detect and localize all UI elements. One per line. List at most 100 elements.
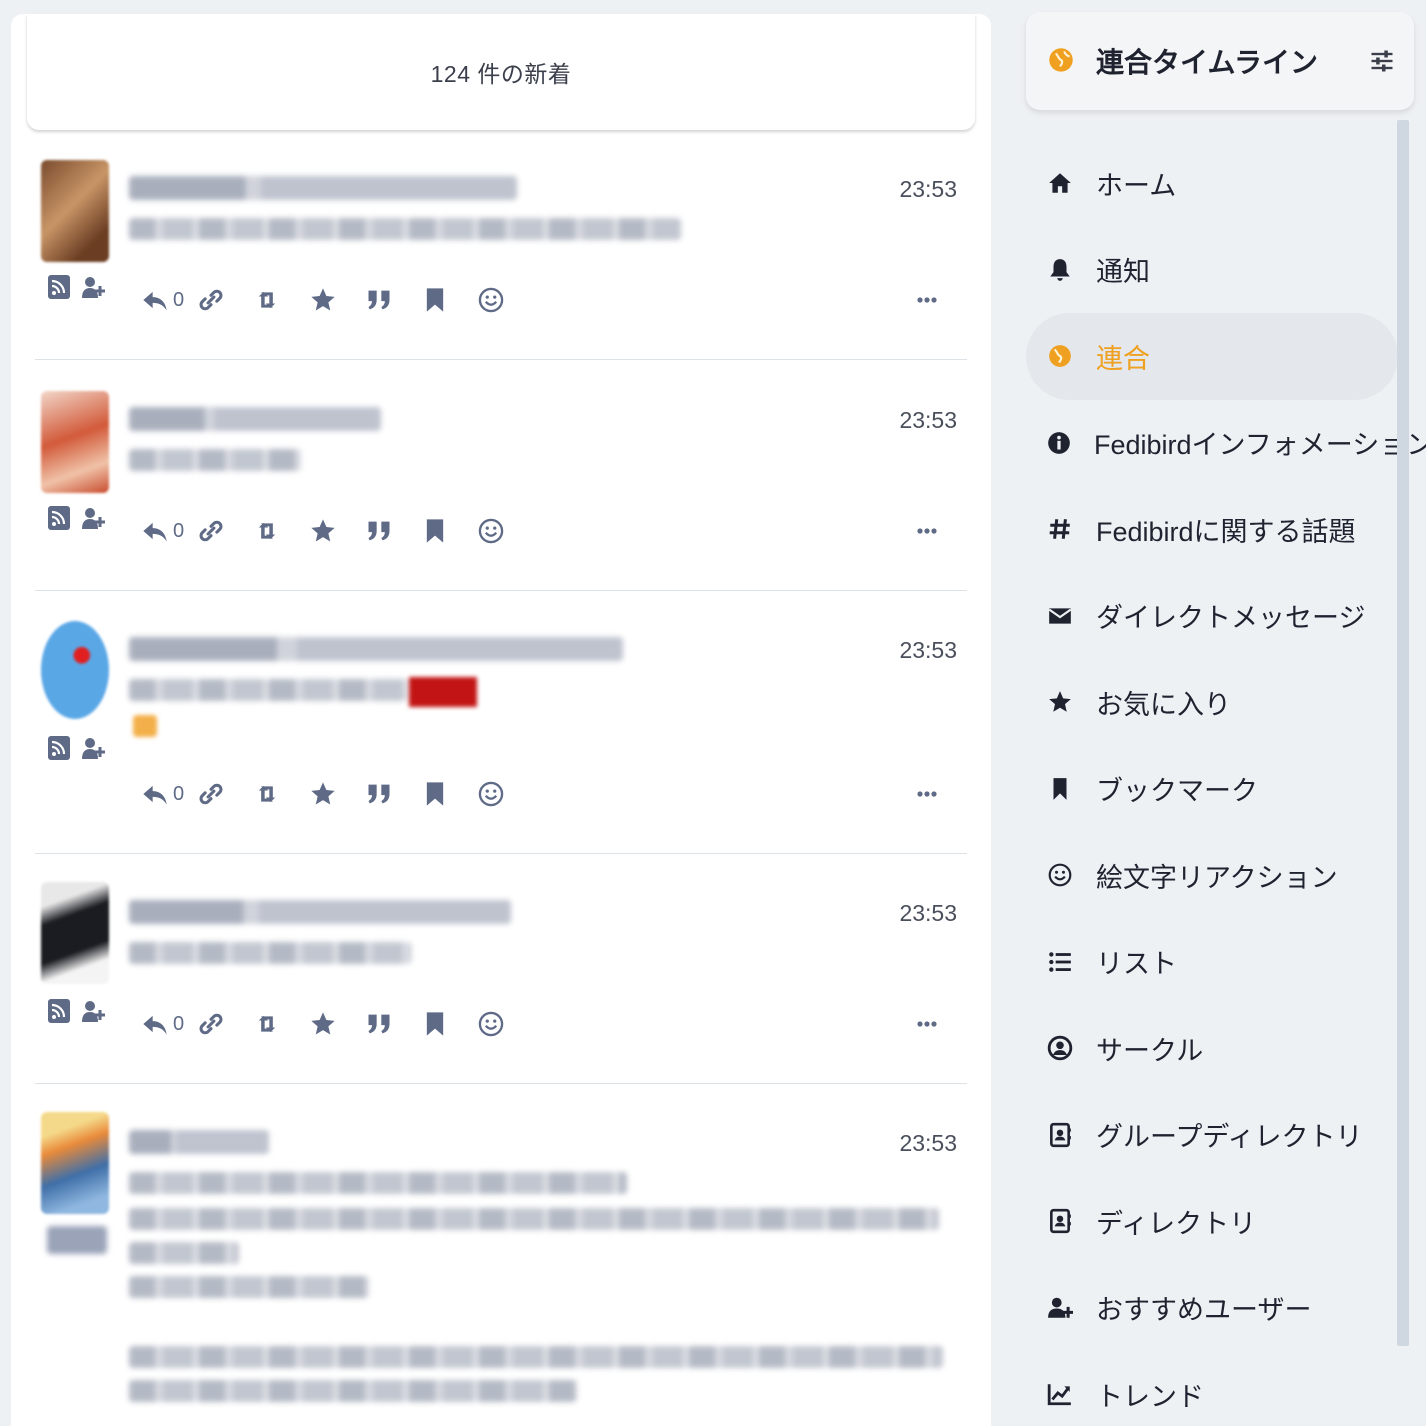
star-icon [309, 780, 337, 808]
nav-suggested-users[interactable]: おすすめユーザー [1026, 1265, 1398, 1352]
nav-notifications[interactable]: 通知 [1026, 227, 1398, 314]
bookmark-button[interactable] [421, 1006, 477, 1042]
nav-fedibird-information[interactable]: Fedibirdインフォメーション [1026, 400, 1426, 487]
bookmark-icon [421, 517, 449, 545]
quote-icon [365, 517, 393, 545]
nav-federated[interactable]: 連合 [1026, 313, 1398, 400]
reply-count: 0 [173, 288, 185, 311]
avatar[interactable] [41, 621, 109, 719]
nav-trends[interactable]: トレンド [1026, 1351, 1398, 1426]
copy-link-button[interactable] [197, 1006, 253, 1042]
status-display-name[interactable] [129, 900, 511, 924]
reply-button[interactable]: 0 [141, 513, 197, 549]
reply-icon [141, 780, 169, 808]
copy-link-button[interactable] [197, 776, 253, 812]
retweet-icon [253, 517, 281, 545]
reply-icon [141, 286, 169, 314]
column-header[interactable]: 連合タイムライン [1026, 12, 1414, 110]
status-timestamp[interactable]: 23:53 [899, 1130, 957, 1157]
reply-button[interactable]: 0 [141, 1006, 197, 1042]
favourite-button[interactable] [309, 282, 365, 318]
ellipsis-icon [915, 1010, 939, 1038]
copy-link-button[interactable] [197, 513, 253, 549]
nav-directory[interactable]: ディレクトリ [1026, 1178, 1398, 1265]
status-timestamp[interactable]: 23:53 [899, 900, 957, 927]
avatar[interactable] [41, 882, 109, 984]
reply-button[interactable]: 0 [141, 776, 197, 812]
status-item[interactable]: 23:53 0 [35, 591, 967, 854]
nav-fedibird-topics[interactable]: Fedibirdに関する話題 [1026, 486, 1398, 573]
bookmark-button[interactable] [421, 282, 477, 318]
nav-label: 絵文字リアクション [1096, 862, 1338, 893]
status-display-name[interactable] [129, 407, 381, 431]
nav-emoji-reactions[interactable]: 絵文字リアクション [1026, 832, 1398, 919]
avatar[interactable] [41, 391, 109, 493]
bookmark-icon [1053, 777, 1067, 800]
status-item[interactable]: 23:53 0 [35, 854, 967, 1084]
emoji-reaction-button[interactable] [477, 282, 533, 318]
follow-user-icon[interactable] [79, 272, 107, 302]
follow-user-icon[interactable] [79, 996, 107, 1026]
emoji-reaction-button[interactable] [477, 776, 533, 812]
star-icon [309, 1010, 337, 1038]
nav-circles[interactable]: サークル [1026, 1005, 1398, 1092]
copy-link-button[interactable] [197, 282, 253, 318]
quote-button[interactable] [365, 1006, 421, 1042]
favourite-button[interactable] [309, 1006, 365, 1042]
status-display-name[interactable] [129, 637, 623, 661]
nav-group-directory[interactable]: グループディレクトリ [1026, 1092, 1398, 1179]
status-timestamp[interactable]: 23:53 [899, 176, 957, 203]
quote-button[interactable] [365, 282, 421, 318]
column-title: 連合タイムライン [1096, 47, 1319, 78]
status-item[interactable]: 23:53 0 [35, 361, 967, 591]
bookmark-button[interactable] [421, 513, 477, 549]
boost-button[interactable] [253, 282, 309, 318]
favourite-button[interactable] [309, 513, 365, 549]
nav-label: 連合 [1096, 343, 1150, 374]
spoiler-block[interactable] [409, 677, 477, 707]
nav-direct-messages[interactable]: ダイレクトメッセージ [1026, 573, 1398, 660]
status-item[interactable]: 23:53 [35, 1084, 967, 1426]
emoji-reaction-button[interactable] [477, 1006, 533, 1042]
smile-icon [477, 780, 505, 808]
boost-button[interactable] [253, 513, 309, 549]
status-item[interactable]: 23:53 0 [35, 146, 967, 360]
quote-button[interactable] [365, 776, 421, 812]
more-options-button[interactable] [915, 780, 943, 808]
sidebar-scrollbar[interactable] [1397, 120, 1409, 1346]
status-timestamp[interactable]: 23:53 [899, 407, 957, 434]
follow-user-icon[interactable] [79, 503, 107, 533]
rss-icon[interactable] [47, 733, 71, 763]
address-book-icon [1050, 1209, 1071, 1234]
avatar[interactable] [41, 160, 109, 262]
quote-button[interactable] [365, 513, 421, 549]
nav-bookmarks[interactable]: ブックマーク [1026, 746, 1398, 833]
rss-icon[interactable] [47, 503, 71, 533]
nav-home[interactable]: ホーム [1026, 140, 1398, 227]
user-plus-icon [1048, 1297, 1073, 1318]
nav-favourites[interactable]: お気に入り [1026, 659, 1398, 746]
more-options-button[interactable] [915, 1010, 943, 1038]
boost-button[interactable] [253, 1006, 309, 1042]
load-new-posts-button[interactable]: 124 件の新着 [27, 14, 975, 130]
avatar[interactable] [41, 1112, 109, 1214]
rss-icon[interactable] [47, 996, 71, 1026]
favourite-button[interactable] [309, 776, 365, 812]
globe-icon [1049, 345, 1071, 368]
more-options-button[interactable] [915, 286, 943, 314]
reply-button[interactable]: 0 [141, 282, 197, 318]
rss-icon[interactable] [47, 272, 71, 302]
nav-label: Fedibirdに関する話題 [1096, 516, 1356, 547]
sliders-icon[interactable] [1368, 47, 1396, 75]
follow-user-icon[interactable] [79, 733, 107, 763]
bookmark-button[interactable] [421, 776, 477, 812]
emoji-reaction-button[interactable] [477, 513, 533, 549]
status-display-name[interactable] [129, 176, 517, 200]
more-options-button[interactable] [915, 517, 943, 545]
status-timestamp[interactable]: 23:53 [899, 637, 957, 664]
boost-button[interactable] [253, 776, 309, 812]
nav-label: 通知 [1096, 257, 1150, 288]
bookmark-icon [421, 780, 449, 808]
status-display-name[interactable] [129, 1130, 269, 1154]
nav-lists[interactable]: リスト [1026, 919, 1398, 1006]
